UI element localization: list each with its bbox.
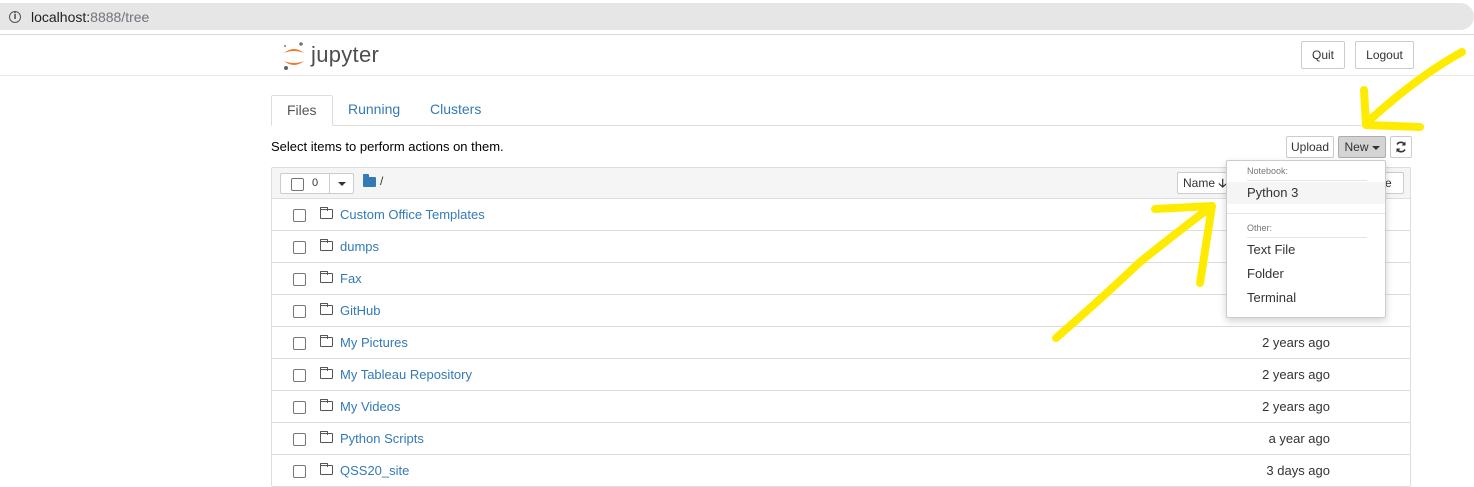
table-row[interactable]: QSS20_site 3 days ago: [272, 455, 1410, 487]
info-icon[interactable]: i: [9, 11, 21, 23]
folder-icon: [320, 239, 333, 251]
file-name-link[interactable]: dumps: [340, 239, 379, 254]
menu-item-python3[interactable]: Python 3: [1227, 182, 1385, 204]
new-button[interactable]: New: [1338, 136, 1386, 158]
file-name-link[interactable]: My Pictures: [340, 335, 408, 350]
jupyter-logo-text: jupyter: [311, 42, 380, 67]
row-checkbox[interactable]: [293, 209, 306, 222]
select-all-checkbox[interactable]: [291, 178, 304, 191]
row-checkbox[interactable]: [293, 305, 306, 318]
select-dropdown-button[interactable]: [329, 173, 354, 194]
selected-count: 0: [312, 177, 319, 189]
row-checkbox[interactable]: [293, 465, 306, 478]
table-row[interactable]: My Tableau Repository 2 years ago: [272, 359, 1410, 391]
menu-item-folder[interactable]: Folder: [1227, 263, 1385, 285]
tab-clusters[interactable]: Clusters: [415, 95, 496, 126]
caret-down-icon: [1371, 145, 1380, 150]
caret-down-icon: [338, 182, 346, 186]
refresh-icon: [1396, 141, 1406, 153]
upload-button[interactable]: Upload: [1286, 136, 1334, 158]
new-button-label: New: [1344, 140, 1369, 154]
select-all-control[interactable]: 0: [280, 173, 330, 194]
modified-date: 2 years ago: [1262, 399, 1330, 414]
jupyter-logo[interactable]: jupyter: [281, 40, 401, 72]
selection-hint: Select items to perform actions on them.: [271, 139, 504, 154]
modified-date: a year ago: [1268, 431, 1330, 446]
file-name-link[interactable]: My Videos: [340, 399, 400, 414]
row-checkbox[interactable]: [293, 337, 306, 350]
notebook-section-header: Notebook:: [1247, 166, 1289, 176]
menu-divider: [1247, 180, 1367, 181]
breadcrumb[interactable]: /: [380, 174, 383, 188]
file-name-link[interactable]: QSS20_site: [340, 463, 409, 478]
folder-icon: [320, 271, 333, 283]
table-row[interactable]: Python Scripts a year ago: [272, 423, 1410, 455]
row-checkbox[interactable]: [293, 433, 306, 446]
folder-icon: [320, 399, 333, 411]
other-section-header: Other:: [1247, 223, 1273, 233]
modified-date: 3 days ago: [1266, 463, 1330, 478]
table-row[interactable]: My Pictures 2 years ago: [272, 327, 1410, 359]
tab-files[interactable]: Files: [271, 95, 333, 126]
modified-date: 2 years ago: [1262, 335, 1330, 350]
file-name-link[interactable]: GitHub: [340, 303, 380, 318]
file-name-link[interactable]: Custom Office Templates: [340, 207, 485, 222]
row-checkbox[interactable]: [293, 401, 306, 414]
sort-by-name-label: Name: [1183, 176, 1216, 190]
main-tabs: Files Running Clusters: [271, 95, 1411, 126]
file-name-link[interactable]: Fax: [340, 271, 362, 286]
logout-button[interactable]: Logout: [1355, 41, 1414, 69]
url-text[interactable]: localhost:8888/tree: [31, 9, 149, 25]
folder-icon: [320, 335, 333, 347]
address-bar[interactable]: i localhost:8888/tree: [0, 3, 1474, 30]
menu-item-text-file[interactable]: Text File: [1227, 239, 1385, 261]
folder-icon: [320, 431, 333, 443]
quit-button[interactable]: Quit: [1301, 41, 1345, 69]
file-name-link[interactable]: Python Scripts: [340, 431, 424, 446]
new-dropdown-menu: Notebook: Python 3 Other: Text File Fold…: [1226, 160, 1386, 318]
modified-date: 2 years ago: [1262, 367, 1330, 382]
jupyter-header: jupyter Quit Logout: [0, 36, 1474, 76]
folder-icon: [320, 367, 333, 379]
url-host: localhost:: [31, 9, 91, 25]
folder-icon: [320, 207, 333, 219]
table-row[interactable]: My Videos 2 years ago: [272, 391, 1410, 423]
menu-divider: [1247, 237, 1367, 238]
jupyter-logo-icon: [283, 42, 304, 70]
menu-item-terminal[interactable]: Terminal: [1227, 287, 1385, 309]
url-path: 8888/tree: [90, 9, 150, 25]
browser-address-area: i localhost:8888/tree: [0, 0, 1474, 35]
folder-icon: [320, 463, 333, 475]
file-name-link[interactable]: My Tableau Repository: [340, 367, 472, 382]
menu-separator: [1227, 213, 1385, 214]
tab-running[interactable]: Running: [333, 95, 415, 126]
row-checkbox[interactable]: [293, 241, 306, 254]
row-checkbox[interactable]: [293, 273, 306, 286]
row-checkbox[interactable]: [293, 369, 306, 382]
folder-icon: [320, 303, 333, 315]
folder-icon[interactable]: [363, 174, 376, 187]
refresh-button[interactable]: [1390, 136, 1412, 158]
